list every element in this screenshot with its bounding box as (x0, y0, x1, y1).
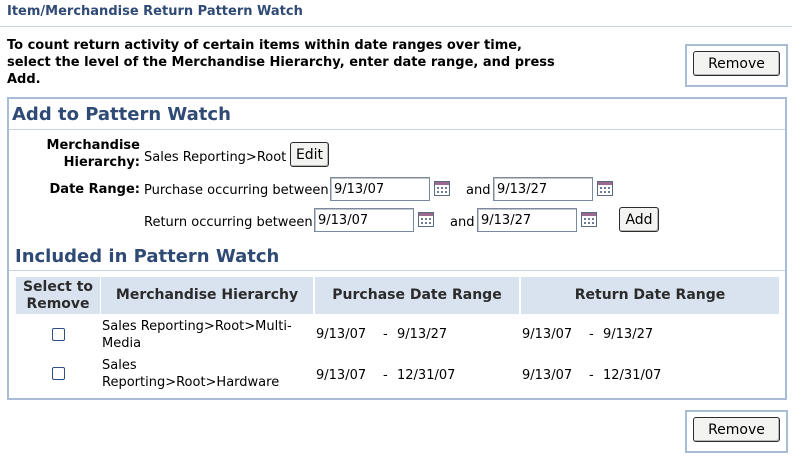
and-label: and (450, 215, 475, 230)
row-return-dash: - (589, 327, 594, 342)
purchase-to-input[interactable] (493, 177, 593, 201)
row-purchase-to: 9/13/27 (397, 327, 448, 342)
row-hierarchy: Sales Reporting>Root>Multi- Media (102, 318, 292, 352)
row-purchase-dash: - (383, 327, 388, 342)
page-title: Item/Merchandise Return Pattern Watch (7, 4, 303, 19)
remove-checkbox[interactable] (52, 328, 65, 341)
instructions-text: To count return activity of certain item… (7, 38, 555, 87)
col-header-hierarchy: Merchandise Hierarchy (101, 277, 313, 314)
calendar-icon[interactable] (581, 212, 597, 227)
row-purchase-dash: - (383, 368, 388, 383)
row-return-to: 12/31/07 (603, 368, 662, 383)
included-section-title: Included in Pattern Watch (15, 246, 280, 267)
return-range-label: Return occurring between (144, 215, 313, 230)
hierarchy-label-line1: Merchandise (46, 138, 140, 153)
title-divider (0, 26, 792, 27)
and-label: and (466, 183, 491, 198)
remove-button-frame-top: Remove (685, 44, 788, 87)
calendar-icon[interactable] (434, 181, 450, 196)
calendar-icon[interactable] (597, 181, 613, 196)
col-header-return: Return Date Range (521, 277, 779, 314)
remove-checkbox[interactable] (52, 367, 65, 380)
row-hierarchy: Sales Reporting>Root>Hardware (102, 357, 279, 391)
row-hierarchy-line1: Sales (102, 358, 137, 373)
col-header-purchase: Purchase Date Range (315, 277, 519, 314)
col-header-select-line1: Select to (22, 278, 94, 295)
hierarchy-label: Merchandise Hierarchy: (30, 137, 140, 171)
purchase-from-input[interactable] (330, 177, 430, 201)
remove-button-top[interactable]: Remove (693, 51, 780, 76)
table-row: Sales Reporting>Root>Hardware 9/13/07 - … (16, 355, 779, 393)
row-purchase-from: 9/13/07 (316, 368, 367, 383)
date-range-label: Date Range: (49, 182, 140, 197)
calendar-icon[interactable] (418, 212, 434, 227)
hierarchy-value: Sales Reporting>Root (144, 150, 287, 165)
row-hierarchy-line2: Media (102, 336, 142, 351)
add-button[interactable]: Add (619, 207, 659, 232)
included-section-divider (9, 270, 785, 271)
hierarchy-label-line2: Hierarchy: (63, 155, 140, 170)
row-return-to: 9/13/27 (603, 327, 654, 342)
add-section-divider (9, 129, 785, 130)
row-hierarchy-line1: Sales Reporting>Root>Multi- (102, 319, 292, 334)
col-header-select: Select to Remove (16, 277, 100, 314)
row-return-from: 9/13/07 (522, 327, 573, 342)
remove-button-bottom[interactable]: Remove (693, 417, 780, 442)
row-return-dash: - (589, 368, 594, 383)
edit-button[interactable]: Edit (290, 142, 329, 167)
add-section-title: Add to Pattern Watch (12, 104, 231, 125)
table-row: Sales Reporting>Root>Multi- Media 9/13/0… (16, 316, 779, 354)
row-purchase-from: 9/13/07 (316, 327, 367, 342)
return-to-input[interactable] (477, 208, 577, 232)
remove-button-frame-bottom: Remove (685, 410, 788, 453)
col-header-select-line2: Remove (26, 295, 90, 312)
row-return-from: 9/13/07 (522, 368, 573, 383)
return-from-input[interactable] (314, 208, 414, 232)
purchase-range-label: Purchase occurring between (144, 183, 329, 198)
row-hierarchy-line2: Reporting>Root>Hardware (102, 375, 280, 390)
row-purchase-to: 12/31/07 (397, 368, 456, 383)
